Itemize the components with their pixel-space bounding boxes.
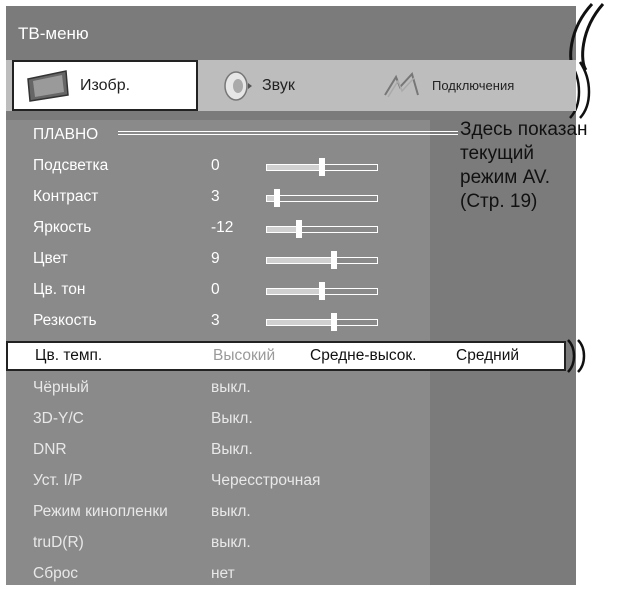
slider-fill xyxy=(267,165,319,170)
slider-label: Яркость xyxy=(33,219,92,236)
slider-knob[interactable] xyxy=(319,282,325,300)
slider-label: Контраст xyxy=(33,188,99,205)
tv-screen-icon xyxy=(27,69,69,102)
setting-row-black[interactable]: Чёрный выкл. xyxy=(6,373,430,403)
backlight-slider[interactable] xyxy=(266,158,378,176)
setting-value: Выкл. xyxy=(211,441,253,458)
setting-value: нет xyxy=(211,565,235,582)
color-temp-label: Цв. темп. xyxy=(35,347,103,364)
color-temp-option-mid[interactable]: Средний xyxy=(456,347,519,365)
setting-label: Сброс xyxy=(33,565,79,582)
menu-title: ТВ-меню xyxy=(6,6,566,56)
speaker-icon xyxy=(224,70,252,101)
tab-connections-label: Подключения xyxy=(432,78,515,93)
color-temp-row[interactable]: Цв. темп. Высокий Средне-высок. Средний xyxy=(6,341,566,371)
tab-bar: Изобр. Звук Подключения xyxy=(6,60,576,111)
setting-value: выкл. xyxy=(211,534,251,551)
slider-fill xyxy=(267,289,319,294)
setting-label: 3D-Y/C xyxy=(33,410,84,427)
sharpness-slider[interactable] xyxy=(266,313,378,331)
setting-value: выкл. xyxy=(211,503,251,520)
tab-sound-label: Звук xyxy=(262,76,295,94)
setting-label: truD(R) xyxy=(33,534,84,551)
slider-row-brightness[interactable]: Яркость -12 xyxy=(6,213,430,243)
slider-knob[interactable] xyxy=(331,313,337,331)
setting-label: Режим кинопленки xyxy=(33,503,168,520)
slider-value: 3 xyxy=(211,188,220,205)
slider-fill xyxy=(267,196,274,201)
slider-row-contrast[interactable]: Контраст 3 xyxy=(6,182,430,212)
slider-label: Резкость xyxy=(33,312,97,329)
slider-value: -12 xyxy=(211,219,234,236)
setting-label: Чёрный xyxy=(33,379,89,396)
slider-knob[interactable] xyxy=(274,189,280,207)
slider-value: 3 xyxy=(211,312,220,329)
slider-value: 0 xyxy=(211,157,220,174)
slider-value: 9 xyxy=(211,250,220,267)
tab-picture-label: Изобр. xyxy=(80,76,131,94)
slider-row-color[interactable]: Цвет 9 xyxy=(6,244,430,274)
slider-knob[interactable] xyxy=(331,251,337,269)
slider-fill xyxy=(267,258,331,263)
slider-label: Цв. тон xyxy=(33,281,86,298)
slider-value: 0 xyxy=(211,281,220,298)
setting-row-film-mode[interactable]: Режим кинопленки выкл. xyxy=(6,497,430,527)
tab-picture[interactable]: Изобр. xyxy=(12,60,198,111)
setting-value: Выкл. xyxy=(211,410,253,427)
connection-icon xyxy=(384,71,419,97)
brightness-slider[interactable] xyxy=(266,220,378,238)
color-slider[interactable] xyxy=(266,251,378,269)
av-mode-callout: Здесь показан текущий режим AV. (Стр. 19… xyxy=(460,118,635,214)
callout-leader-line xyxy=(118,131,458,135)
tab-sound[interactable]: Звук xyxy=(206,60,356,111)
slider-row-tint[interactable]: Цв. тон 0 xyxy=(6,275,430,305)
slider-fill xyxy=(267,320,331,325)
setting-row-dnr[interactable]: DNR Выкл. xyxy=(6,435,430,465)
setting-row-3dyc[interactable]: 3D-Y/C Выкл. xyxy=(6,404,430,434)
setting-row-trud[interactable]: truD(R) выкл. xyxy=(6,528,430,558)
color-temp-option-mid-high[interactable]: Средне-высок. xyxy=(310,347,417,365)
slider-label: Подсветка xyxy=(33,157,109,174)
setting-label: Уст. I/P xyxy=(33,472,83,489)
slider-fill xyxy=(267,227,296,232)
callout-line: Здесь показан xyxy=(460,119,588,140)
callout-line: текущий xyxy=(460,143,534,164)
setting-value: Чересстрочная xyxy=(211,472,321,489)
slider-row-backlight[interactable]: Подсветка 0 xyxy=(6,151,430,181)
slider-knob[interactable] xyxy=(319,158,325,176)
slider-knob[interactable] xyxy=(296,220,302,238)
callout-line: режим AV. xyxy=(460,167,551,188)
color-temp-option-high[interactable]: Высокий xyxy=(213,347,275,365)
callout-line: (Стр. 19) xyxy=(460,191,538,212)
tab-connections[interactable]: Подключения xyxy=(374,60,574,111)
setting-label: DNR xyxy=(33,441,67,458)
contrast-slider[interactable] xyxy=(266,189,378,207)
slider-label: Цвет xyxy=(33,250,68,267)
setting-row-ip[interactable]: Уст. I/P Чересстрочная xyxy=(6,466,430,496)
slider-row-sharpness[interactable]: Резкость 3 xyxy=(6,306,430,336)
tint-slider[interactable] xyxy=(266,282,378,300)
av-mode-label: ПЛАВНО xyxy=(33,126,99,143)
setting-value: выкл. xyxy=(211,379,251,396)
av-mode-row[interactable]: ПЛАВНО xyxy=(6,120,430,150)
